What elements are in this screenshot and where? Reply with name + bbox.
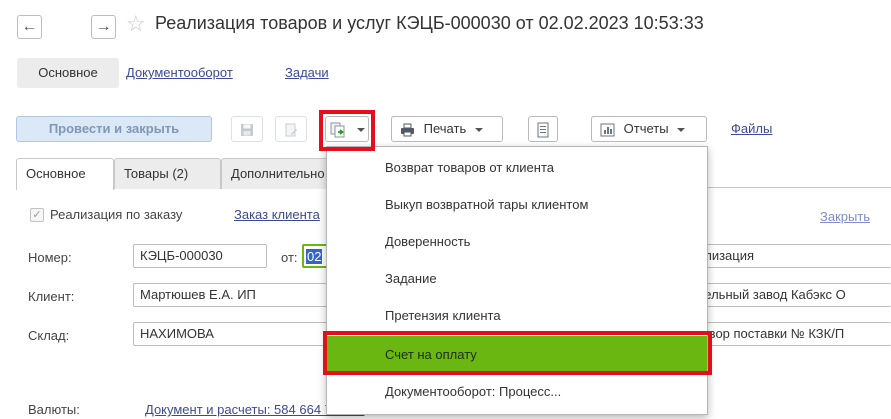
files-link[interactable]: Файлы [731,116,772,142]
section-tab-main[interactable]: Основное [17,58,119,88]
organization-field[interactable]: бельный завод Кабэкс О [690,283,891,307]
number-field[interactable]: КЭЦБ-000030 [133,244,267,268]
order-link[interactable]: Заказ клиента [234,206,320,224]
section-tab-docflow[interactable]: Документооборот [126,58,233,88]
menu-item-power-of-attorney[interactable]: Доверенность [327,223,707,260]
menu-item-task[interactable]: Задание [327,260,707,297]
arrow-right-icon: → [95,18,112,35]
date-field-value: 02 [306,249,323,264]
print-button[interactable]: Печать [391,116,503,142]
currency-label: Валюты: [28,402,80,417]
by-order-label: Реализация по заказу [50,207,183,222]
tab-main[interactable]: Основное [16,158,114,190]
structure-button[interactable] [528,116,558,142]
printer-icon [401,123,414,137]
chevron-down-icon [677,127,686,132]
favorite-star-icon[interactable]: ☆ [126,10,146,38]
number-label: Номер: [28,250,72,265]
page-title: Реализация товаров и услуг КЭЦБ-000030 о… [155,13,704,33]
post-and-close-button[interactable]: Провести и закрыть [16,116,212,142]
menu-item-buyback-containers[interactable]: Выкуп возвратной тары клиентом [327,186,707,223]
menu-item-return-goods[interactable]: Возврат товаров от клиента [327,149,707,186]
chevron-down-icon [474,127,483,132]
arrow-left-icon: ← [21,18,38,35]
warehouse-label: Склад: [28,328,70,343]
annotation-frame-invoice-item [323,331,712,375]
reports-button-label: Отчеты [623,121,669,136]
floppy-disk-icon [241,123,253,136]
from-label: от: [281,250,298,265]
save-button[interactable] [231,116,263,142]
menu-item-docflow-process[interactable]: Документооборот: Процесс... [327,373,707,410]
post-document-button[interactable] [275,116,307,142]
reports-icon [600,123,615,137]
contract-field[interactable]: говор поставки № КЗК/П [690,322,891,346]
section-tab-tasks[interactable]: Задачи [285,58,329,88]
client-field[interactable]: Мартюшев Е.А. ИП [133,283,343,307]
reports-button[interactable]: Отчеты [591,116,707,142]
operation-field[interactable]: ализация [690,244,891,268]
menu-item-client-claim[interactable]: Претензия клиента [327,297,707,334]
client-label: Клиент: [28,289,75,304]
tab-additional[interactable]: Дополнительно [221,158,341,189]
tab-goods[interactable]: Товары (2) [114,158,221,189]
print-button-label: Печать [423,121,467,136]
close-link[interactable]: Закрыть [820,208,870,226]
annotation-frame-create-button [319,110,375,151]
list-structure-icon [537,122,549,138]
document-post-icon [285,123,297,137]
warehouse-field[interactable]: НАХИМОВА [133,322,343,346]
by-order-checkbox[interactable]: ✓ [30,208,44,222]
forward-button[interactable]: → [91,15,116,39]
back-button[interactable]: ← [17,15,42,39]
